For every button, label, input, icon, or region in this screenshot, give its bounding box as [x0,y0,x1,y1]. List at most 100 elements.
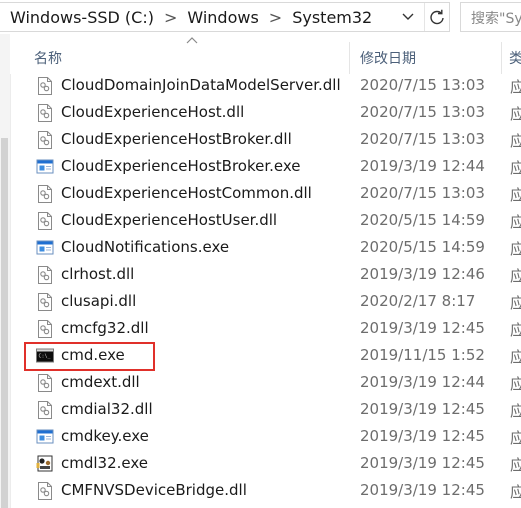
breadcrumb-windows[interactable]: Windows [185,8,260,27]
cmdl-app-icon [36,454,54,474]
breadcrumb-drive[interactable]: Windows-SSD (C:) [8,8,156,27]
file-type: 应 [510,240,521,258]
file-name[interactable]: CloudDomainJoinDataModelServer.dll [61,76,341,94]
toolbar: Windows-SSD (C:) > Windows > System32 搜索… [0,0,521,34]
file-modified-date: 2019/3/19 12:46 [360,265,485,283]
file-type: 应 [510,483,521,501]
file-type: 应 [510,321,521,339]
dll-file-icon [36,292,54,312]
column-divider[interactable] [501,42,502,74]
file-modified-date: 2020/7/15 13:03 [360,184,485,202]
file-type: 应 [510,78,521,96]
exe-window-icon [36,157,54,177]
file-type: 应 [510,186,521,204]
refresh-icon [430,9,444,25]
file-type: 应 [510,429,521,447]
file-modified-date: 2020/7/15 13:03 [360,130,485,148]
file-row[interactable]: CloudExperienceHostBroker.dll 2020/7/15 1… [10,126,521,153]
file-modified-date: 2019/3/19 12:44 [360,157,485,175]
file-type: 应 [510,213,521,231]
scrollbar-thumb[interactable] [1,138,8,508]
file-modified-date: 2019/3/19 12:45 [360,319,485,337]
file-list: CMFNVSDeviceBridge.dll 2019/3/19 12:45 应 cm… [10,72,521,508]
file-row[interactable]: cmdl32.exe 2019/3/19 12:45 应 [10,450,521,477]
sort-ascending-icon [186,37,198,44]
file-modified-date: 2020/2/17 8:17 [360,292,476,310]
file-name[interactable]: cmdl32.exe [61,454,148,472]
file-modified-date: 2019/3/19 12:45 [360,481,485,499]
file-row[interactable]: cmdext.dll 2019/3/19 12:44 应 [10,369,521,396]
file-name[interactable]: CMFNVSDeviceBridge.dll [61,481,247,499]
file-row[interactable]: CloudDomainJoinDataModelServer.dll 2020/7… [10,72,521,99]
file-row[interactable]: cmdkey.exe 2019/3/19 12:45 应 [10,423,521,450]
dll-file-icon [36,373,54,393]
search-placeholder: 搜索"Sy [471,11,521,27]
breadcrumb-separator[interactable]: > [156,8,185,27]
file-name[interactable]: cmdkey.exe [61,427,149,445]
file-type: 应 [510,294,521,312]
dll-file-icon [36,103,54,123]
file-modified-date: 2020/5/15 14:59 [360,238,485,256]
refresh-button[interactable] [424,3,449,31]
highlight-annotation [24,342,155,371]
file-modified-date: 2019/11/15 1:52 [360,346,485,364]
column-header: 名称 修改日期 类 [10,34,521,74]
file-name[interactable]: clusapi.dll [61,292,136,310]
file-row[interactable]: CloudExperienceHostUser.dll 2020/5/15 14:… [10,207,521,234]
dll-file-icon [36,481,54,501]
column-name-header[interactable]: 名称 [34,48,62,68]
file-row[interactable]: clrhost.dll 2019/3/19 12:46 应 [10,261,521,288]
file-modified-date: 2020/7/15 13:03 [360,103,485,121]
file-name[interactable]: cmcfg32.dll [61,319,149,337]
file-row[interactable]: cmcfg32.dll 2019/3/19 12:45 应 [10,315,521,342]
file-row[interactable]: CloudExperienceHost.dll 2020/7/15 13:03 应 [10,99,521,126]
file-type: 应 [510,159,521,177]
breadcrumb: Windows-SSD (C:) > Windows > System32 [8,3,374,31]
file-type: 应 [510,375,521,393]
file-row[interactable]: CloudExperienceHostCommon.dll 2020/7/15 1… [10,180,521,207]
file-type: 应 [510,402,521,420]
file-name[interactable]: CloudExperienceHostBroker.dll [61,130,292,148]
exe-window-icon [36,238,54,258]
file-name[interactable]: CloudNotifications.exe [61,238,229,256]
file-type: 应 [510,132,521,150]
file-modified-date: 2019/3/19 12:44 [360,373,485,391]
file-row[interactable]: cmdial32.dll 2019/3/19 12:45 应 [10,396,521,423]
file-name[interactable]: clrhost.dll [61,265,134,283]
file-modified-date: 2019/3/19 12:45 [360,454,485,472]
file-name[interactable]: CloudExperienceHostBroker.exe [61,157,301,175]
dll-file-icon [36,184,54,204]
breadcrumb-separator[interactable]: > [261,8,290,27]
breadcrumb-system32[interactable]: System32 [290,8,374,27]
file-explorer-window: Windows-SSD (C:) > Windows > System32 搜索… [0,0,521,508]
column-date-header[interactable]: 修改日期 [360,48,416,68]
file-row[interactable]: CloudNotifications.exe 2020/5/15 14:59 应 [10,234,521,261]
file-name[interactable]: CloudExperienceHostCommon.dll [61,184,312,202]
search-input[interactable]: 搜索"Sy [460,2,521,32]
file-row[interactable]: clusapi.dll 2020/2/17 8:17 应 [10,288,521,315]
dll-file-icon [36,76,54,96]
dll-file-icon [36,211,54,231]
column-divider[interactable] [349,42,350,74]
column-type-header[interactable]: 类 [509,48,521,68]
file-name[interactable]: CloudExperienceHost.dll [61,103,244,121]
file-modified-date: 2019/3/19 12:45 [360,400,485,418]
address-history-button[interactable] [397,3,419,31]
dll-file-icon [36,400,54,420]
file-name[interactable]: cmdial32.dll [61,400,153,418]
file-type: 应 [510,348,521,366]
exe-window-icon [36,427,54,447]
file-type: 应 [510,456,521,474]
file-name[interactable]: CloudExperienceHostUser.dll [61,211,277,229]
file-modified-date: 2019/3/19 12:45 [360,427,485,445]
dll-file-icon [36,319,54,339]
file-name[interactable]: cmdext.dll [61,373,140,391]
file-type: 应 [510,267,521,285]
dll-file-icon [36,265,54,285]
file-row[interactable]: CloudExperienceHostBroker.exe 2019/3/19 1… [10,153,521,180]
file-modified-date: 2020/5/15 14:59 [360,211,485,229]
file-modified-date: 2020/7/15 13:03 [360,76,485,94]
file-row[interactable]: CMFNVSDeviceBridge.dll 2019/3/19 12:45 应 [10,477,521,504]
chevron-down-icon [402,13,414,20]
address-bar[interactable]: Windows-SSD (C:) > Windows > System32 [0,2,450,32]
